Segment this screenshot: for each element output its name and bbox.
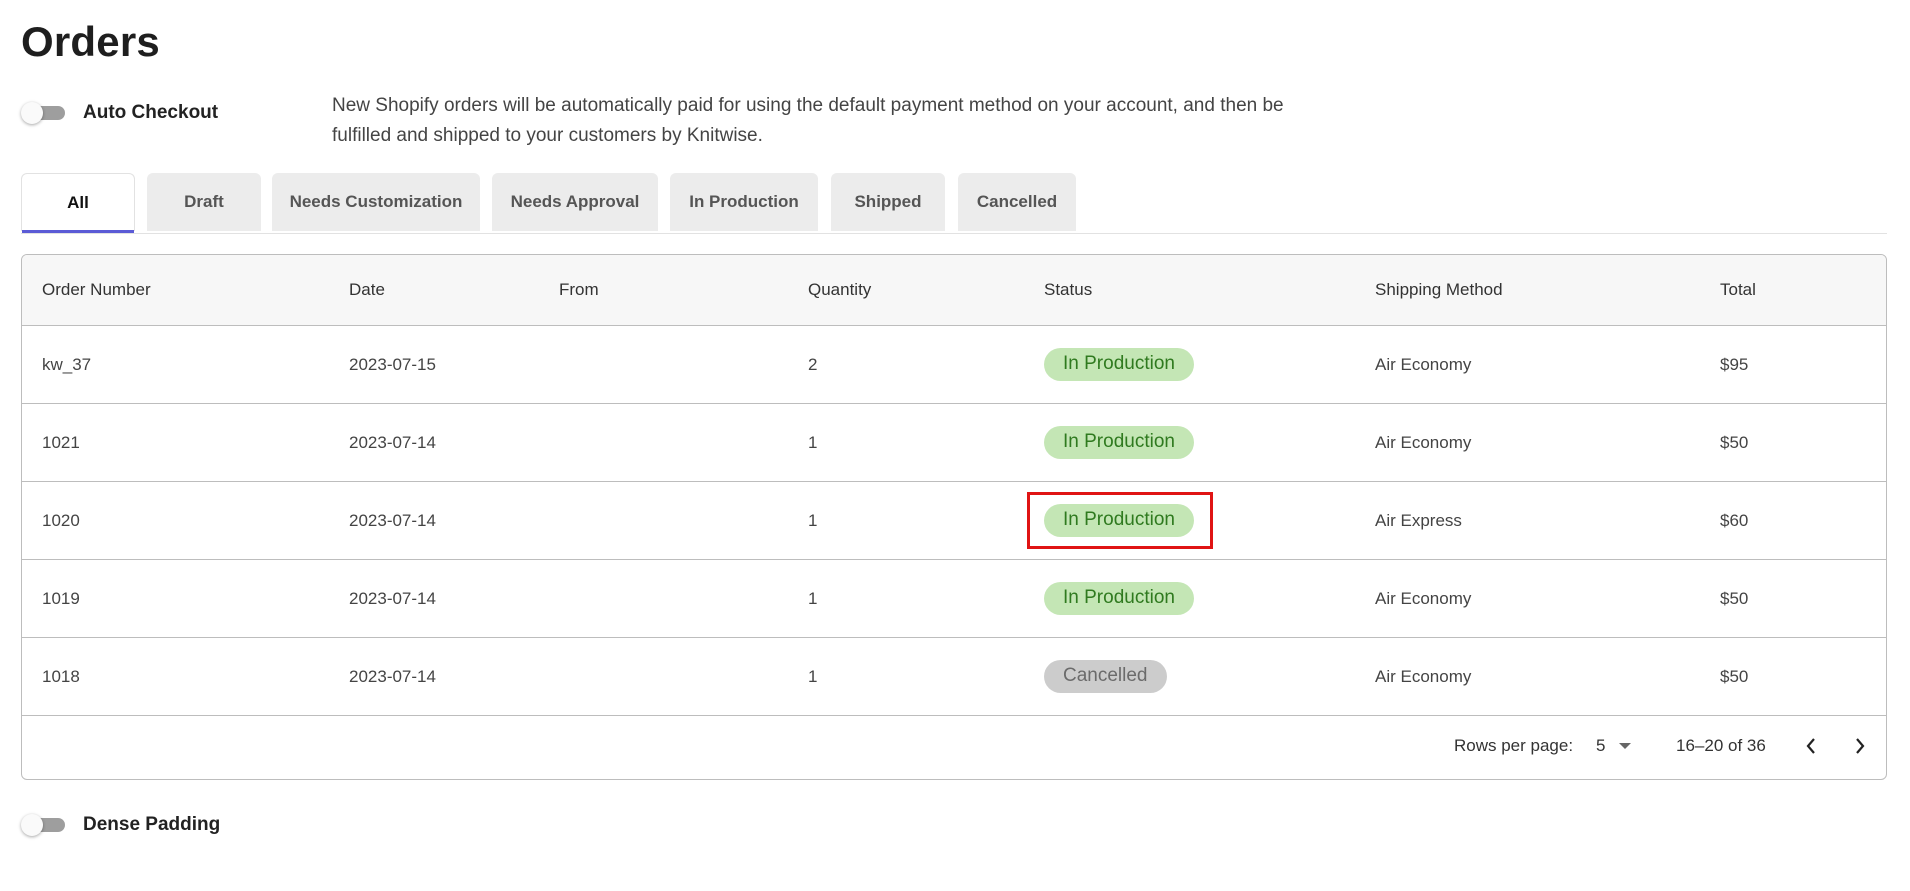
dense-padding-toggle-row: Dense Padding: [21, 813, 220, 837]
rows-per-page-label: Rows per page:: [1454, 736, 1574, 755]
rows-per-page-value: 5: [1596, 736, 1606, 755]
status-cell: Cancelled: [1044, 638, 1167, 715]
order-quantity: 1: [808, 588, 818, 608]
order-status-tabs: All Draft Needs Customization Needs Appr…: [21, 173, 1887, 234]
order-number: kw_37: [42, 354, 92, 374]
order-total: $60: [1720, 510, 1749, 530]
order-date: 2023-07-14: [349, 588, 436, 608]
table-row[interactable]: kw_37 2023-07-15 2 In Production Air Eco…: [22, 326, 1886, 404]
table-pagination: Rows per page: 5 16–20 of 36: [22, 713, 1886, 779]
order-total: $50: [1720, 588, 1749, 608]
order-total: $95: [1720, 354, 1749, 374]
order-total: $50: [1720, 432, 1749, 452]
order-number: 1020: [42, 510, 80, 530]
tab-needs-approval[interactable]: Needs Approval: [492, 173, 658, 231]
column-header-status[interactable]: Status: [1044, 255, 1092, 325]
previous-page-button[interactable]: [1796, 713, 1826, 779]
order-date: 2023-07-14: [349, 432, 436, 452]
column-header-shipping-method[interactable]: Shipping Method: [1375, 255, 1503, 325]
status-badge: In Production: [1044, 582, 1194, 615]
tab-in-production[interactable]: In Production: [670, 173, 818, 231]
column-header-order-number[interactable]: Order Number: [42, 255, 151, 325]
status-cell: In Production: [1044, 326, 1194, 403]
shipping-method: Air Express: [1375, 510, 1462, 530]
tab-shipped[interactable]: Shipped: [831, 173, 945, 231]
next-page-button[interactable]: [1845, 713, 1875, 779]
column-header-from[interactable]: From: [559, 255, 599, 325]
shipping-method: Air Economy: [1375, 588, 1472, 608]
status-badge: In Production: [1044, 426, 1194, 459]
chevron-left-icon: [1806, 738, 1815, 754]
highlight-box: [1027, 492, 1213, 549]
order-date: 2023-07-14: [349, 666, 436, 686]
shipping-method: Air Economy: [1375, 432, 1472, 452]
dense-padding-label: Dense Padding: [83, 814, 221, 835]
table-row[interactable]: 1019 2023-07-14 1 In Production Air Econ…: [22, 560, 1886, 638]
tab-all[interactable]: All: [21, 173, 135, 233]
auto-checkout-switch[interactable]: [21, 101, 67, 125]
page-title: Orders: [21, 18, 160, 65]
status-cell: In Production: [1044, 560, 1194, 637]
tab-needs-customization[interactable]: Needs Customization: [272, 173, 480, 231]
tab-draft[interactable]: Draft: [147, 173, 261, 231]
switch-thumb: [21, 814, 43, 836]
shipping-method: Air Economy: [1375, 666, 1472, 686]
order-number: 1018: [42, 666, 80, 686]
auto-checkout-description: New Shopify orders will be automatically…: [332, 95, 1284, 146]
dense-padding-switch[interactable]: [21, 813, 67, 837]
order-number: 1021: [42, 432, 80, 452]
column-header-quantity[interactable]: Quantity: [808, 255, 871, 325]
table-header: Order Number Date From Quantity Status S…: [22, 255, 1886, 326]
order-quantity: 1: [808, 666, 818, 686]
table-row[interactable]: 1018 2023-07-14 1 Cancelled Air Economy …: [22, 638, 1886, 716]
column-header-total[interactable]: Total: [1720, 255, 1756, 325]
order-number: 1019: [42, 588, 80, 608]
column-header-date[interactable]: Date: [349, 255, 385, 325]
table-row[interactable]: 1020 2023-07-14 1 In Production Air Expr…: [22, 482, 1886, 560]
order-quantity: 1: [808, 432, 818, 452]
order-date: 2023-07-15: [349, 354, 436, 374]
pagination-range: 16–20 of 36: [1676, 736, 1766, 755]
rows-per-page-select[interactable]: 5: [1596, 713, 1632, 779]
chevron-right-icon: [1856, 738, 1865, 754]
table-row[interactable]: 1021 2023-07-14 1 In Production Air Econ…: [22, 404, 1886, 482]
orders-table: Order Number Date From Quantity Status S…: [21, 254, 1887, 780]
order-total: $50: [1720, 666, 1749, 686]
shipping-method: Air Economy: [1375, 354, 1472, 374]
caret-down-icon: [1619, 743, 1632, 749]
status-badge: Cancelled: [1044, 660, 1167, 693]
status-badge: In Production: [1044, 348, 1194, 381]
order-quantity: 1: [808, 510, 818, 530]
auto-checkout-toggle-row: Auto Checkout: [21, 101, 218, 125]
order-date: 2023-07-14: [349, 510, 436, 530]
auto-checkout-label: Auto Checkout: [83, 102, 219, 123]
switch-thumb: [21, 102, 43, 124]
tab-cancelled[interactable]: Cancelled: [958, 173, 1076, 231]
order-quantity: 2: [808, 354, 818, 374]
status-cell: In Production: [1044, 404, 1194, 481]
